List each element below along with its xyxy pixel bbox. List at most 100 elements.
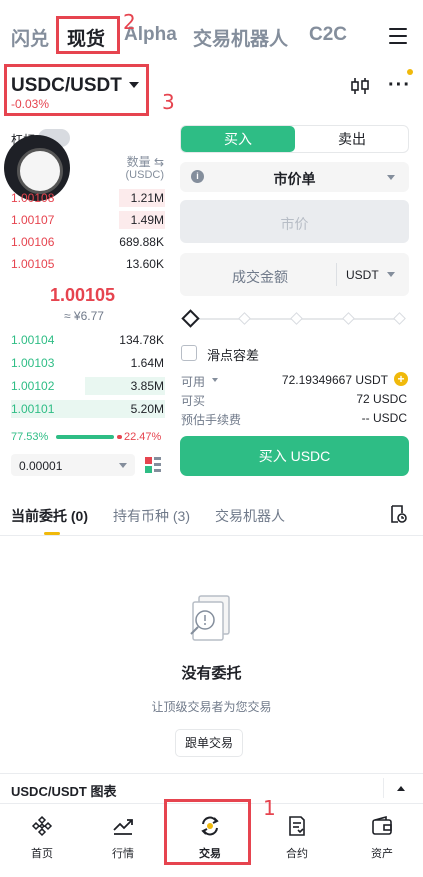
orderbook-ask-row[interactable]: 1.00105 13.60K bbox=[11, 254, 165, 274]
orderbook-layout-icon[interactable] bbox=[144, 456, 162, 474]
divider bbox=[336, 263, 337, 286]
market-chart-icon bbox=[113, 819, 133, 835]
slider-step-25[interactable] bbox=[238, 312, 251, 325]
buy-ratio-bar bbox=[56, 435, 114, 439]
buy-ratio: 77.53% bbox=[11, 431, 49, 443]
sell-ratio-bar bbox=[117, 435, 122, 439]
buy-sell-switch: 买入 卖出 bbox=[180, 125, 409, 153]
tab-c2c[interactable]: C2C bbox=[309, 24, 347, 46]
orderbook-unit-header: (USDC) bbox=[125, 169, 165, 181]
slider-step-50[interactable] bbox=[290, 312, 303, 325]
order-type-select[interactable]: i 市价单 bbox=[180, 162, 409, 192]
chevron-down-icon[interactable] bbox=[212, 378, 218, 382]
bid-price: 1.00102 bbox=[11, 379, 55, 393]
amount-unit-select[interactable]: USDT bbox=[346, 268, 379, 282]
chevron-down-icon[interactable] bbox=[387, 272, 395, 277]
copy-trading-button[interactable]: 跟单交易 bbox=[175, 729, 243, 757]
tab-open-orders[interactable]: 当前委托 (0) bbox=[11, 506, 88, 526]
nav-markets[interactable]: 行情 bbox=[81, 804, 165, 877]
orderbook-bid-row[interactable]: 1.00101 5.20M bbox=[11, 399, 165, 419]
available-label[interactable]: 可用 bbox=[181, 373, 205, 390]
ask-price: 1.00106 bbox=[11, 235, 55, 249]
annotation-number-1: 1 bbox=[263, 796, 276, 820]
orderbook-ask-row[interactable]: 1.00108 1.21M bbox=[11, 188, 165, 208]
available-value: 72.19349667 USDT bbox=[281, 373, 388, 387]
nav-home-label: 首页 bbox=[31, 848, 53, 860]
orderbook-qty-header[interactable]: 数量 ⇆ bbox=[124, 153, 164, 170]
last-price[interactable]: 1.00105 bbox=[50, 285, 115, 306]
pair-selector[interactable]: USDC/USDT bbox=[11, 75, 122, 97]
orderbook-bid-row[interactable]: 1.00103 1.64M bbox=[11, 353, 165, 373]
buy-submit-button[interactable]: 买入 USDC bbox=[180, 436, 409, 476]
ask-price: 1.00105 bbox=[11, 257, 55, 271]
chart-toggle-bar[interactable]: USDC/USDT 图表 bbox=[0, 773, 423, 801]
tab-order-bots[interactable]: 交易机器人 bbox=[215, 506, 285, 526]
futures-contract-icon bbox=[289, 816, 305, 836]
ask-qty: 13.60K bbox=[125, 257, 164, 271]
tab-sell[interactable]: 卖出 bbox=[295, 126, 409, 152]
bid-price: 1.00103 bbox=[11, 356, 55, 370]
amount-input[interactable]: 成交金额 USDT bbox=[180, 253, 409, 296]
orderbook-ask-row[interactable]: 1.00106 689.88K bbox=[11, 232, 165, 252]
bid-qty: 5.20M bbox=[130, 402, 164, 416]
pair-change-percent: -0.03% bbox=[11, 97, 50, 111]
last-price-cny: ≈ ¥6.77 bbox=[64, 309, 104, 323]
bid-price: 1.00104 bbox=[11, 333, 55, 347]
nav-home[interactable]: 首页 bbox=[0, 804, 84, 877]
annotation-number-3: 3 bbox=[162, 90, 175, 114]
slider-step-100[interactable] bbox=[393, 312, 406, 325]
nav-assets[interactable]: 资产 bbox=[340, 804, 423, 877]
orderbook-bid-row[interactable]: 1.00104 134.78K bbox=[11, 330, 165, 350]
tab-holdings[interactable]: 持有币种 (3) bbox=[113, 506, 190, 526]
slider-step-75[interactable] bbox=[342, 312, 355, 325]
fee-label: 预估手续费 bbox=[181, 413, 242, 427]
tab-buy[interactable]: 买入 bbox=[181, 126, 295, 152]
tab-trading-bots[interactable]: 交易机器人 bbox=[193, 24, 288, 51]
can-buy-label: 可买 bbox=[181, 394, 206, 408]
chart-bar-label: USDC/USDT 图表 bbox=[11, 784, 117, 799]
order-history-icon[interactable] bbox=[389, 505, 407, 523]
orderbook-bid-row[interactable]: 1.00102 3.85M bbox=[11, 376, 165, 396]
deposit-plus-icon[interactable]: + bbox=[394, 372, 408, 386]
depth-precision-select[interactable]: 0.00001 bbox=[11, 454, 135, 476]
slippage-checkbox[interactable] bbox=[181, 345, 197, 361]
divider bbox=[383, 778, 384, 798]
empty-orders-icon bbox=[190, 595, 230, 641]
amount-slider-handle[interactable] bbox=[181, 309, 200, 328]
annotation-number-2: 2 bbox=[123, 10, 136, 34]
nav-futures-label: 合约 bbox=[286, 848, 308, 860]
order-type-value: 市价单 bbox=[273, 171, 316, 187]
price-placeholder: 市价 bbox=[280, 216, 309, 232]
ask-price: 1.00108 bbox=[11, 191, 55, 205]
depth-precision-value: 0.00001 bbox=[19, 459, 63, 473]
chevron-down-icon bbox=[387, 175, 395, 180]
nav-assets-label: 资产 bbox=[371, 848, 393, 860]
bid-price: 1.00101 bbox=[11, 402, 55, 416]
amount-placeholder: 成交金额 bbox=[232, 269, 288, 285]
wallet-icon bbox=[372, 815, 392, 835]
chevron-down-icon bbox=[119, 463, 127, 468]
sell-ratio: 22.47% bbox=[124, 431, 162, 443]
menu-icon[interactable] bbox=[389, 28, 407, 44]
orderbook-ask-row[interactable]: 1.00107 1.49M bbox=[11, 210, 165, 230]
price-input: 市价 bbox=[180, 200, 409, 243]
bid-qty: 1.64M bbox=[130, 356, 164, 370]
tab-convert[interactable]: 闪兑 bbox=[11, 24, 49, 51]
candlestick-icon[interactable] bbox=[350, 76, 370, 96]
chevron-up-icon[interactable] bbox=[397, 786, 405, 791]
ask-qty: 689.88K bbox=[119, 235, 164, 249]
empty-state-subtitle: 让顶级交易者为您交易 bbox=[151, 700, 272, 714]
ask-qty: 1.21M bbox=[130, 191, 164, 205]
notification-dot bbox=[407, 69, 413, 75]
divider bbox=[0, 535, 423, 536]
bid-qty: 134.78K bbox=[119, 333, 164, 347]
empty-state-title: 没有委托 bbox=[181, 665, 242, 682]
ask-price: 1.00107 bbox=[11, 213, 55, 227]
ask-qty: 1.49M bbox=[130, 213, 164, 227]
more-options-icon[interactable]: ··· bbox=[388, 74, 411, 97]
chevron-down-icon[interactable] bbox=[129, 82, 139, 88]
can-buy-value: 72 USDC bbox=[356, 392, 407, 406]
slippage-label[interactable]: 滑点容差 bbox=[207, 345, 259, 364]
fee-value: -- USDC bbox=[361, 411, 407, 425]
nav-markets-label: 行情 bbox=[112, 848, 134, 860]
